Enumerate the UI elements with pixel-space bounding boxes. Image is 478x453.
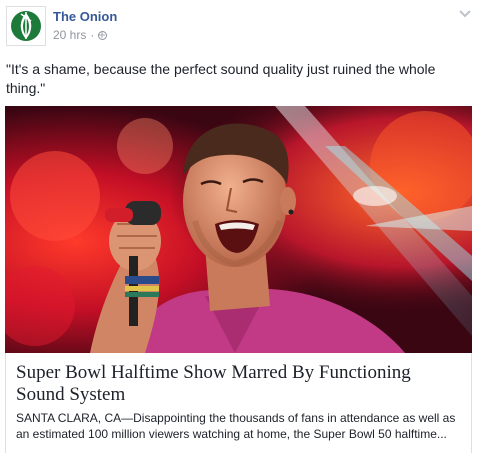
chevron-down-icon[interactable]: [458, 8, 472, 18]
post-image[interactable]: [5, 106, 472, 353]
post-header: The Onion 20 hrs ·: [6, 6, 472, 46]
link-description: SANTA CLARA, CA—Disappointing the thousa…: [16, 411, 456, 441]
post-meta: 20 hrs ·: [53, 28, 108, 42]
globe-icon[interactable]: [98, 30, 108, 40]
facebook-post: The Onion 20 hrs · "It's a shame, becaus…: [0, 0, 478, 453]
page-avatar[interactable]: [6, 6, 46, 46]
meta-separator: ·: [90, 28, 95, 42]
post-status-text: "It's a shame, because the perfect sound…: [6, 61, 436, 96]
post-timestamp[interactable]: 20 hrs: [53, 28, 86, 42]
page-name-link[interactable]: The Onion: [53, 9, 117, 24]
link-title[interactable]: Super Bowl Halftime Show Marred By Funct…: [16, 362, 456, 406]
onion-logo-icon: [11, 11, 41, 41]
link-preview[interactable]: Super Bowl Halftime Show Marred By Funct…: [5, 353, 472, 453]
